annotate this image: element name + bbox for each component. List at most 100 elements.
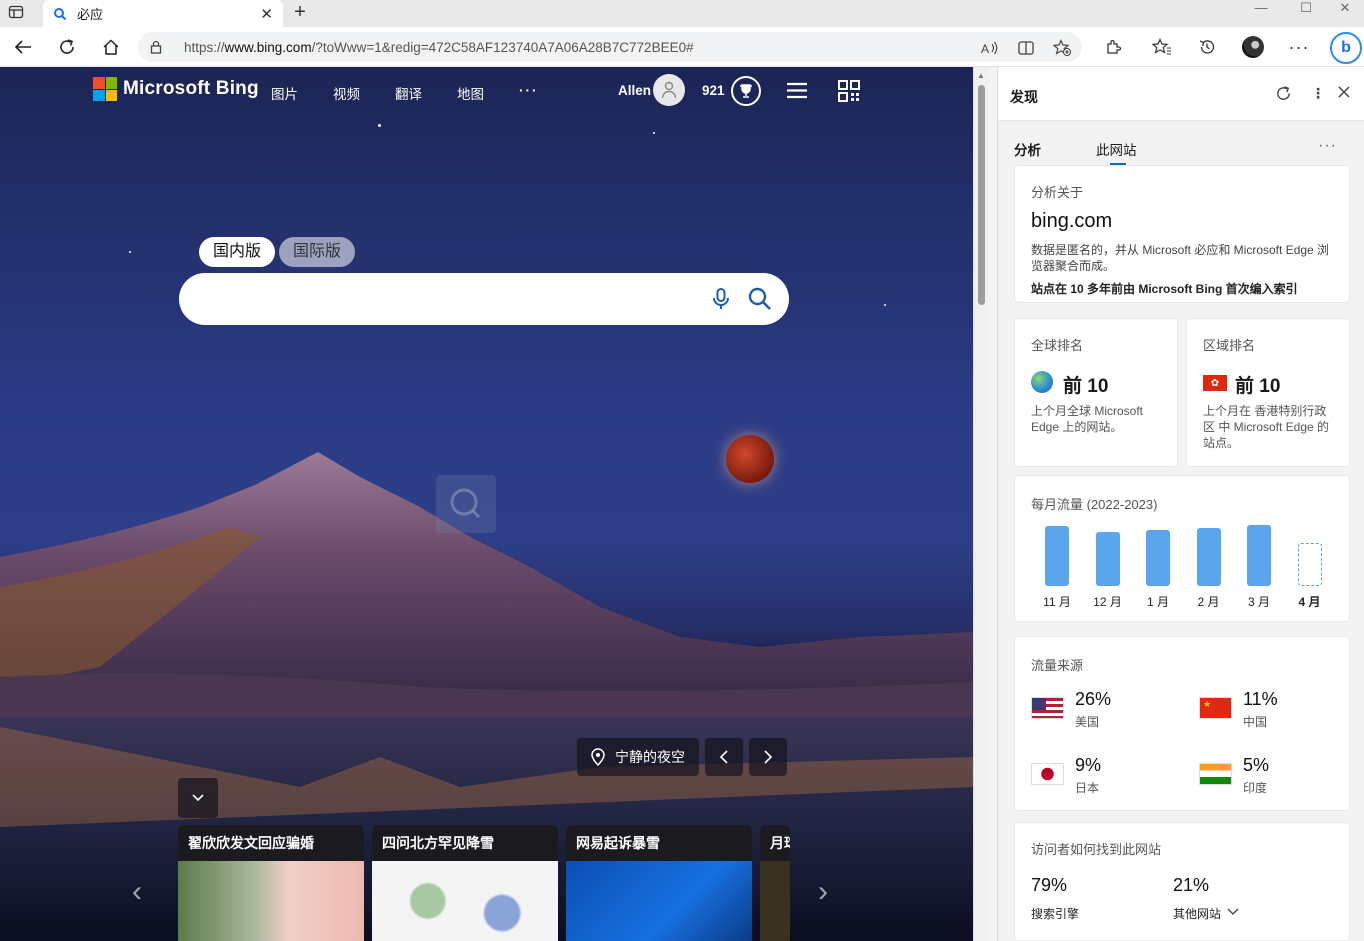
news-card-title: 翟欣欣发文回应骗婚 [188,835,314,851]
traffic-month-label: 4 月 [1298,595,1321,609]
tab-actions-menu-icon[interactable] [8,4,30,22]
about-description: 数据是匿名的，并从 Microsoft 必应和 Microsoft Edge 浏… [1031,243,1330,273]
settings-more-icon[interactable]: ··· [1288,37,1310,57]
tab-analysis[interactable]: 分析 [1014,139,1041,159]
bing-chat-icon[interactable]: b [1330,32,1362,64]
chevron-down-icon[interactable] [1227,903,1239,921]
qr-code-icon[interactable] [838,80,860,102]
news-card[interactable]: 月球 [760,825,790,941]
traffic-month-label: 1 月 [1146,595,1169,609]
profile-avatar[interactable] [1242,36,1264,58]
source-pct: 5% [1243,755,1270,775]
read-aloud-icon[interactable]: A [980,39,1000,57]
carousel-next-icon[interactable]: › [818,875,828,909]
carousel-prev-icon[interactable]: ‹ [132,875,142,909]
back-icon[interactable] [10,35,36,59]
news-card-image [178,861,364,941]
news-card-title: 四问北方罕见降雪 [382,835,494,851]
more-options-icon[interactable]: ⋮ [1311,85,1325,102]
traffic-label: 每月流量 (2022-2023) [1031,497,1158,512]
globe-icon [1031,371,1053,393]
source-pct: 11% [1243,689,1278,709]
menu-icon[interactable] [786,82,808,99]
tab-strip: 必应 ✕ + — ☐ ✕ [0,0,1364,27]
nav-images[interactable]: 图片 [271,83,298,103]
discovery-name[interactable]: 其他网站 [1173,905,1221,922]
global-rank-label: 全球排名 [1031,338,1084,353]
favorites-icon[interactable] [1151,37,1173,57]
news-card[interactable]: 四问北方罕见降雪 [372,825,558,941]
minimize-icon[interactable]: — [1238,0,1284,20]
traffic-month-label: 2 月 [1197,595,1220,609]
scope-domestic-tab[interactable]: 国内版 [199,237,276,267]
scroll-up-icon[interactable]: ▲ [977,71,985,80]
image-title: 宁静的夜空 [615,749,685,765]
bing-icon [53,6,69,22]
split-screen-icon[interactable] [1016,39,1036,57]
traffic-month-label: 11 月 [1043,595,1071,609]
logo-text: Microsoft Bing [123,78,259,99]
add-favorite-icon[interactable] [1052,39,1072,57]
home-icon[interactable] [98,35,124,59]
address-bar[interactable]: https://www.bing.com/?toWww=1&redig=472C… [138,32,1082,62]
history-icon[interactable] [1196,37,1218,57]
scope-international-tab[interactable]: 国际版 [279,237,356,267]
traffic-sources-panel: 流量来源 26% 美国 ★ 11% 中国 9% 日本 5% 印度 [1014,636,1350,811]
extensions-icon[interactable] [1103,37,1125,57]
news-card[interactable]: 翟欣欣发文回应骗婚 [178,825,364,941]
news-card-title: 月球 [770,835,790,851]
user-name[interactable]: Allen [618,83,651,98]
loading-icon [436,475,496,533]
nav-translate[interactable]: 翻译 [395,83,422,103]
location-pin-icon [591,748,605,766]
page-scrollbar[interactable]: ▲ [973,67,988,941]
traffic-bar [1146,530,1170,586]
visitor-discovery-panel: 访问者如何找到此网站 79% 搜索引擎 21% 其他网站 [1014,822,1350,941]
region-rank-label: 区域排名 [1203,338,1256,353]
nav-more[interactable]: ··· [519,83,539,98]
user-avatar-icon[interactable] [653,74,685,106]
discovery-name: 搜索引擎 [1031,907,1080,921]
search-icon[interactable] [747,286,773,317]
about-label: 分析关于 [1031,185,1084,200]
sidebar-more-icon[interactable]: ··· [1318,137,1337,155]
news-card[interactable]: 网易起诉暴雪 [566,825,752,941]
global-rank-panel: 全球排名 前 10 上个月全球 Microsoft Edge 上的网站。 [1014,318,1178,467]
nav-videos[interactable]: 视频 [333,83,360,103]
discovery-pct: 21% [1173,875,1210,895]
microphone-icon[interactable] [711,287,731,316]
image-info-button[interactable]: 宁静的夜空 [577,738,699,776]
bing-logo[interactable]: Microsoft Bing [93,77,259,101]
site-domain: bing.com [1031,210,1113,232]
close-tab-icon[interactable]: ✕ [260,5,273,23]
trophy-icon[interactable] [731,76,761,106]
close-window-icon[interactable]: ✕ [1322,0,1364,20]
moon-image [726,435,774,483]
source-country: 美国 [1075,715,1100,729]
url-text[interactable]: https://www.bing.com/?toWww=1&redig=472C… [184,40,694,55]
new-tab-icon[interactable]: + [288,2,312,24]
tab-this-site[interactable]: 此网站 [1096,139,1137,165]
search-box[interactable] [179,273,789,325]
svg-text:A: A [981,42,989,55]
region-rank-desc: 上个月在 香港特别行政区 中 Microsoft Edge 的站点。 [1203,404,1330,450]
collapse-feed-button[interactable] [178,778,218,818]
next-image-button[interactable] [749,738,787,776]
source-country: 日本 [1075,781,1100,795]
browser-tab[interactable]: 必应 ✕ [43,0,283,27]
traffic-bar [1297,543,1322,586]
nav-maps[interactable]: 地图 [457,83,484,103]
discover-sidebar: 发现 ⋮ 分析 此网站 ··· 分析关于 bing.com 数据是匿名的，并从 … [997,67,1364,941]
sidebar-header: 发现 ⋮ [998,67,1364,121]
browser-toolbar: https://www.bing.com/?toWww=1&redig=472C… [0,27,1364,67]
rewards-points[interactable]: 921 [702,83,725,98]
previous-image-button[interactable] [705,738,743,776]
refresh-icon[interactable] [54,35,80,59]
sidebar-title: 发现 [1010,89,1038,105]
lock-icon[interactable] [150,40,168,54]
search-input[interactable] [203,285,693,313]
refresh-icon[interactable] [1275,85,1292,107]
close-icon[interactable] [1337,85,1351,104]
global-rank-desc: 上个月全球 Microsoft Edge 上的网站。 [1031,404,1144,434]
scrollbar-thumb[interactable] [978,85,985,305]
